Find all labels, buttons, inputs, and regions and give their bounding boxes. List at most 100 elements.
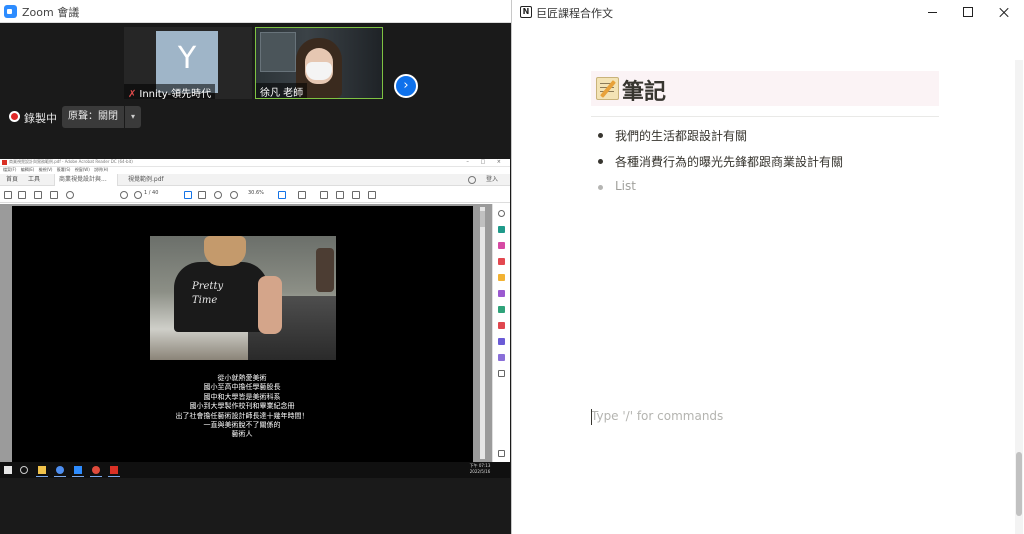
bullet-dot-icon [598, 159, 603, 164]
command-placeholder[interactable]: Type '/' for commands [591, 409, 723, 423]
email-icon[interactable] [50, 191, 58, 199]
highlight-icon[interactable] [352, 191, 360, 199]
participant-name: Innity-領先時代 [139, 89, 212, 99]
original-sound-button[interactable]: 原聲：關閉 [62, 106, 124, 128]
clock-date: 2022/5/16 [469, 469, 491, 474]
pdf-text-line: 出了社會擔任藝術設計師長達十幾年時間！ [175, 411, 309, 420]
participant-tile-teacher[interactable]: 徐凡 老師 [255, 27, 383, 99]
photo-shirt-print-line: Pretty [192, 281, 224, 292]
tab-tools[interactable]: 工具 [24, 174, 44, 186]
notion-window: N 巨匠課程合作文 筆記 我們的生活都跟設計有關 各種消費行為的曝光先鋒都跟商業… [511, 0, 1024, 534]
page-heading-block[interactable]: 筆記 [591, 71, 939, 106]
fit-page-icon[interactable] [278, 191, 286, 199]
shared-screen: 商業視覺設計與實務範例.pdf - Adobe Acrobat Reader D… [0, 159, 510, 478]
keyboard-icon[interactable] [298, 191, 306, 199]
pdf-text-line: 國小至高中擔任學藝股長 [203, 383, 281, 392]
mic-muted-icon: ✗ [128, 89, 137, 99]
menu-item[interactable]: 簽署(S) [57, 167, 71, 172]
zoom-taskbar-icon[interactable] [72, 466, 84, 477]
menu-item[interactable]: 檢視(V) [39, 167, 53, 172]
more-tools-icon[interactable] [498, 370, 505, 377]
bullet-dot-icon [598, 185, 603, 190]
select-tool-icon[interactable] [184, 191, 192, 199]
zoom-in-icon[interactable] [230, 191, 238, 199]
zoom-window: Zoom 會議 Y ✗ Innity-領先時代 徐凡 老師 › 錄製中 原聲：關… [0, 0, 511, 534]
bookmark-star-icon[interactable] [18, 191, 26, 199]
zoom-logo-icon [4, 5, 17, 18]
menu-item[interactable]: 檔案(F) [3, 167, 16, 172]
comment-icon[interactable] [498, 274, 505, 281]
search-icon[interactable] [498, 210, 505, 217]
text-caret [591, 409, 592, 425]
file-explorer-icon[interactable] [36, 466, 48, 477]
login-link[interactable]: 登入 [486, 174, 498, 186]
acrobat-taskbar-icon[interactable] [108, 466, 120, 477]
close-icon[interactable] [986, 0, 1022, 24]
organize-icon[interactable] [498, 306, 505, 313]
recording-label: 錄製中 [24, 112, 57, 125]
zoom-out-icon[interactable] [214, 191, 222, 199]
collapse-rail-icon[interactable] [498, 450, 505, 457]
export-pdf-icon[interactable] [498, 226, 505, 233]
page-heading: 筆記 [622, 80, 667, 105]
scrollbar-thumb[interactable] [1016, 452, 1022, 516]
menu-item[interactable]: 說明(H) [94, 167, 108, 172]
maximize-icon[interactable] [949, 0, 985, 24]
search-icon[interactable] [66, 191, 74, 199]
participant-name: 徐凡 老師 [260, 88, 304, 99]
protect-icon[interactable] [498, 338, 505, 345]
edit-pdf-icon[interactable] [498, 258, 505, 265]
bullet-dot-icon [598, 133, 603, 138]
participant-name-label: ✗ Innity-領先時代 [124, 84, 216, 99]
acrobat-window-title: 商業視覺設計與實務範例.pdf - Adobe Acrobat Reader D… [9, 159, 133, 164]
acrobat-toolbar: 1 / 40 30.6% [0, 187, 510, 203]
prev-page-icon[interactable] [120, 191, 128, 199]
create-pdf-icon[interactable] [498, 242, 505, 249]
chrome-icon[interactable] [54, 466, 66, 477]
next-page-button[interactable]: › [394, 74, 418, 98]
comment-icon[interactable] [320, 191, 328, 199]
scrollbar-thumb[interactable] [480, 211, 485, 227]
windows-start-icon[interactable] [4, 466, 12, 474]
sign-icon[interactable] [368, 191, 376, 199]
pdf-text-line: 從小就熱愛美術 [217, 374, 267, 382]
divider [591, 116, 939, 117]
photo-jar [316, 248, 334, 292]
menu-item[interactable]: 編輯(E) [21, 167, 35, 172]
sign-icon[interactable] [498, 354, 505, 361]
pdf-text-line: 國小到大學製作校刊和畢業紀念冊 [189, 402, 295, 411]
tab-document-1[interactable]: 商業視覺設計與... [54, 174, 118, 186]
bullet-placeholder: List [615, 179, 636, 193]
combine-icon[interactable] [498, 290, 505, 297]
help-icon[interactable] [468, 176, 476, 184]
app-taskbar-icon[interactable] [90, 466, 102, 477]
notion-scrollbar[interactable] [1015, 60, 1023, 534]
taskbar-clock[interactable]: 下午 07:13 2022/5/16 [466, 463, 494, 475]
minimize-icon[interactable] [914, 0, 950, 24]
create-icon[interactable] [4, 191, 12, 199]
photo-arm [258, 276, 282, 334]
participant-gallery: Y ✗ Innity-領先時代 徐凡 老師 › [0, 23, 511, 105]
pdf-scrollbar[interactable] [480, 207, 485, 459]
pen-icon[interactable] [336, 191, 344, 199]
zoom-level[interactable]: 30.6% [248, 190, 264, 196]
record-icon [9, 111, 20, 122]
participant-name-label: 徐凡 老師 [256, 83, 308, 99]
page-indicator[interactable]: 1 / 40 [144, 190, 158, 196]
photo-hair [204, 236, 246, 266]
pdf-viewport[interactable]: Pretty Time 從小就熱愛美術 國小至高中擔任學藝股長 國中和大學皆是美… [0, 204, 492, 462]
original-sound-dropdown[interactable]: ▾ [125, 106, 141, 128]
chevron-right-icon: › [403, 78, 409, 93]
notion-window-title: 巨匠課程合作文 [536, 7, 613, 20]
participant-tile-innity[interactable]: Y ✗ Innity-領先時代 [124, 27, 252, 99]
tab-home[interactable]: 首頁 [2, 174, 22, 186]
print-icon[interactable] [34, 191, 42, 199]
tab-document-2[interactable]: 視覺範例.pdf [124, 174, 168, 186]
next-page-icon[interactable] [134, 191, 142, 199]
pdf-text-line: 藝術人 [231, 430, 253, 439]
menu-item[interactable]: 視窗(W) [75, 167, 90, 172]
fill-sign-icon[interactable] [498, 322, 505, 329]
video-background-shelf [260, 32, 296, 72]
search-icon[interactable] [20, 466, 28, 474]
hand-tool-icon[interactable] [198, 191, 206, 199]
